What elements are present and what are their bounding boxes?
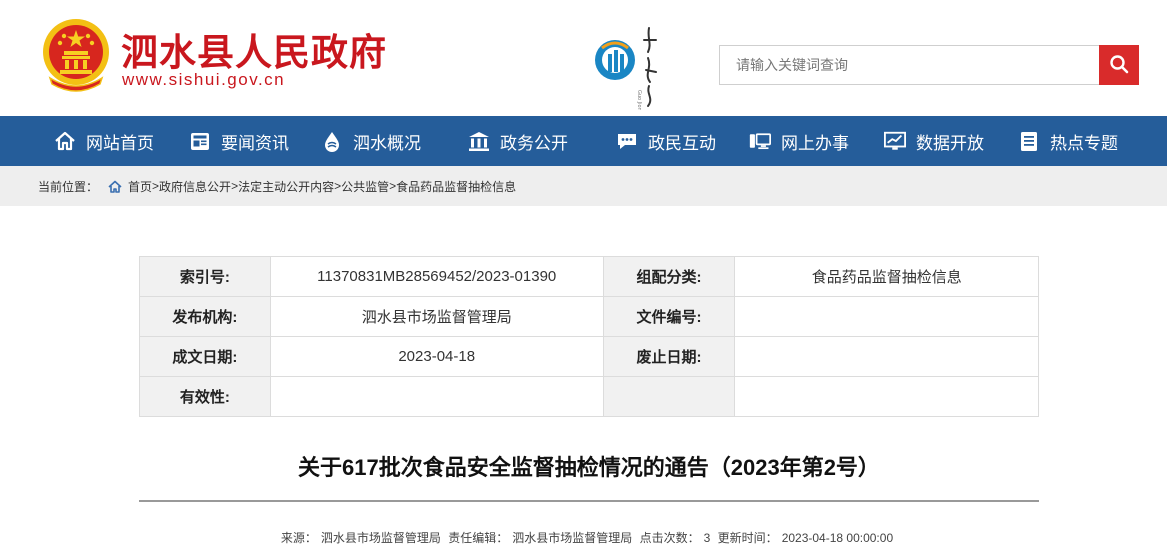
- editor-label: 责任编辑：: [448, 531, 509, 545]
- search-input[interactable]: [719, 45, 1100, 85]
- home-icon: [108, 180, 122, 193]
- breadcrumb-link-gov-info[interactable]: 政府信息公开: [159, 178, 231, 195]
- nav-item-interaction[interactable]: 政民互动: [616, 116, 716, 166]
- updated-label: 更新时间：: [717, 531, 778, 545]
- index-number-label: 索引号:: [139, 256, 271, 297]
- updated-value: 2023-04-18 00:00:00: [781, 531, 894, 545]
- breadcrumb-link-home[interactable]: 首页: [128, 178, 152, 195]
- table-row: 有效性:: [139, 376, 1039, 417]
- empty-value-cell: [734, 376, 1039, 417]
- water-drop-icon: [321, 130, 343, 152]
- nav-item-online-service[interactable]: 网上办事: [749, 116, 849, 166]
- nav-label: 热点专题: [1050, 133, 1118, 153]
- source-label: 来源：: [280, 531, 317, 545]
- nav-label: 政民互动: [648, 133, 716, 153]
- nav-label: 网站首页: [86, 133, 154, 153]
- written-date-label: 成文日期:: [139, 336, 271, 377]
- nav-item-home[interactable]: 网站首页: [54, 116, 154, 166]
- editor-value: 泗水县市场监督管理局: [512, 531, 633, 545]
- document-info-table: 索引号: 11370831MB28569452/2023-01390 组配分类:…: [139, 256, 1039, 417]
- written-date-value: 2023-04-18: [269, 336, 604, 377]
- validity-label: 有效性:: [139, 376, 271, 417]
- breadcrumb-prefix: 当前位置：: [38, 179, 99, 194]
- list-icon: [1018, 130, 1040, 152]
- nav-item-open-data[interactable]: 数据开放: [884, 116, 984, 166]
- chat-icon: [616, 130, 638, 152]
- breadcrumb-link-supervision[interactable]: 公共监管: [341, 178, 389, 195]
- nav-label: 泗水概况: [353, 133, 421, 153]
- document-number-label: 文件编号:: [602, 296, 736, 337]
- main-nav: 网站首页 要闻资讯 泗水概况 政务公开 政民互动 网上办事 数据开放 热点专题: [0, 116, 1167, 166]
- expiry-date-value: [734, 336, 1039, 377]
- news-icon: [189, 130, 211, 152]
- site-title[interactable]: 泗水县人民政府: [121, 22, 387, 76]
- search-icon: [1109, 54, 1129, 77]
- national-emblem-icon[interactable]: [40, 16, 112, 96]
- table-row: 索引号: 11370831MB28569452/2023-01390 组配分类:…: [139, 256, 1039, 297]
- source-value: 泗水县市场监督管理局: [320, 531, 441, 545]
- publisher-label: 发布机构:: [139, 296, 271, 337]
- category-label: 组配分类:: [602, 256, 736, 297]
- table-row: 成文日期: 2023-04-18 废止日期:: [139, 336, 1039, 377]
- svg-text:Guo Jiong: Guo Jiong: [636, 90, 642, 110]
- clicks-value: 3: [703, 531, 711, 545]
- china-emblem-logo[interactable]: Guo Jiong: [592, 24, 672, 114]
- clicks-label: 点击次数：: [639, 531, 700, 545]
- government-building-icon: [468, 130, 490, 152]
- breadcrumb-separator: >: [152, 179, 160, 193]
- nav-item-news[interactable]: 要闻资讯: [189, 116, 289, 166]
- expiry-date-label: 废止日期:: [602, 336, 736, 377]
- title-divider: [139, 500, 1039, 502]
- validity-value: [269, 376, 604, 417]
- nav-label: 网上办事: [781, 133, 849, 153]
- nav-label: 政务公开: [500, 133, 568, 153]
- breadcrumb-separator: >: [231, 179, 239, 193]
- chart-icon: [884, 130, 906, 152]
- breadcrumb-link-food-drug[interactable]: 食品药品监督抽检信息: [396, 178, 516, 195]
- publisher-value: 泗水县市场监督管理局: [269, 296, 604, 337]
- article-meta: 来源： 泗水县市场监督管理局 责任编辑： 泗水县市场监督管理局 点击次数： 3 更新时…: [139, 529, 1039, 546]
- index-number-value: 11370831MB28569452/2023-01390: [269, 256, 604, 297]
- document-number-value: [734, 296, 1039, 337]
- search-button[interactable]: [1099, 45, 1139, 85]
- breadcrumb-link-statutory[interactable]: 法定主动公开内容: [238, 178, 334, 195]
- nav-item-hot-topics[interactable]: 热点专题: [1018, 116, 1118, 166]
- article-title: 关于617批次食品安全监督抽检情况的通告（2023年第2号）: [298, 455, 880, 480]
- nav-item-gov-affairs[interactable]: 政务公开: [468, 116, 568, 166]
- nav-label: 要闻资讯: [221, 133, 289, 153]
- category-value: 食品药品监督抽检信息: [734, 256, 1039, 297]
- breadcrumb-separator: >: [334, 179, 342, 193]
- search-bar: [719, 45, 1139, 85]
- table-row: 发布机构: 泗水县市场监督管理局 文件编号:: [139, 296, 1039, 337]
- breadcrumb-separator: >: [389, 179, 397, 193]
- nav-label: 数据开放: [916, 133, 984, 153]
- site-url: www.sishui.gov.cn: [122, 70, 286, 89]
- computer-icon: [749, 130, 771, 152]
- home-icon: [54, 130, 76, 152]
- breadcrumb-bar: 当前位置： 首页 > 政府信息公开 > 法定主动公开内容 > 公共监管 > 食品…: [0, 166, 1167, 206]
- nav-item-overview[interactable]: 泗水概况: [321, 116, 421, 166]
- empty-label-cell: [602, 376, 736, 417]
- breadcrumb: 当前位置： 首页 > 政府信息公开 > 法定主动公开内容 > 公共监管 > 食品…: [38, 166, 516, 206]
- site-header: 泗水县人民政府 www.sishui.gov.cn Guo Jiong: [0, 0, 1167, 116]
